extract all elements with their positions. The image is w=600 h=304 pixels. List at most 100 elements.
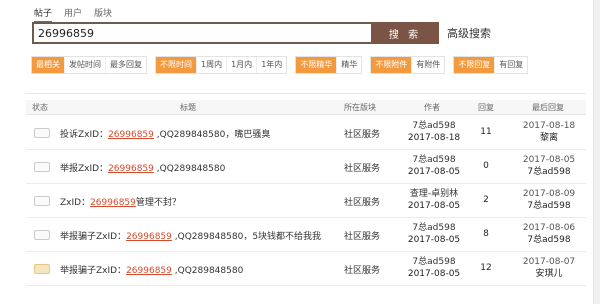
results-table-header: 状态 标题 所在版块 作者 回复 最后回复 xyxy=(26,100,586,115)
tab-posts[interactable]: 帖子 xyxy=(34,6,53,23)
table-row: 投诉ZxID：26996859 ,QQ289848580，嘴巴骚臭 社区服务 7总a… xyxy=(26,115,586,150)
last-reply-user[interactable]: 7总ad598 xyxy=(512,234,586,246)
title-text: ,QQ289848580，嘴巴骚臭 xyxy=(153,130,271,140)
filter-any-reply[interactable]: 不限回复 xyxy=(454,57,495,73)
post-title-link[interactable]: 举报骗子ZxID：26996859 ,QQ289848580 xyxy=(60,263,243,276)
forum-link[interactable]: 社区服务 xyxy=(344,127,380,140)
filter-1-year[interactable]: 1年内 xyxy=(256,57,286,73)
table-row: 举报骗子ZxID：26996859 ,QQ289848580，5块钱都不给我我 社… xyxy=(26,217,586,252)
reply-count: 8 xyxy=(483,229,489,239)
filter-most-replies[interactable]: 最多回复 xyxy=(105,57,146,73)
title-text: ,QQ289848580 xyxy=(171,266,244,276)
author-date: 2017-08-05 xyxy=(407,269,461,279)
digest-filter-group: 不限精华 精华 xyxy=(295,56,363,74)
column-replies: 回复 xyxy=(478,103,494,112)
forum-link[interactable]: 社区服务 xyxy=(344,229,380,242)
column-forum: 所在版块 xyxy=(344,103,376,112)
filter-most-relevant[interactable]: 最相关 xyxy=(32,57,64,73)
search-scope-tabs: 帖子 用户 版块 xyxy=(34,6,112,23)
column-title: 标题 xyxy=(180,103,196,112)
last-reply-date: 2017-08-05 xyxy=(522,155,576,165)
author-date: 2017-08-05 xyxy=(407,235,461,245)
last-reply-date: 2017-08-06 xyxy=(522,223,576,233)
author-cell: 7总ad598 2017-08-05 xyxy=(394,154,474,178)
author-name[interactable]: 7总ad598 xyxy=(394,120,474,132)
title-text: 举报骗子ZxID： xyxy=(60,232,127,242)
title-text: ,QQ289848580 xyxy=(153,164,226,174)
last-reply-cell: 2017-08-09 7总ad598 xyxy=(512,188,586,212)
title-highlight: 26996859 xyxy=(108,164,154,174)
filter-any-time[interactable]: 不限时间 xyxy=(156,57,196,73)
forum-link[interactable]: 社区服务 xyxy=(344,263,380,276)
scrollbar[interactable] xyxy=(593,0,600,304)
last-reply-date: 2017-08-07 xyxy=(522,257,576,267)
filter-post-time[interactable]: 发帖时间 xyxy=(64,57,105,73)
table-row: ZxID：26996859管理不封？ 社区服务 查理-卓别林 2017-08-05 2 2… xyxy=(26,183,586,218)
column-last-reply: 最后回复 xyxy=(532,103,564,112)
reply-filter-group: 不限回复 有回复 xyxy=(453,56,529,74)
title-highlight: 26996859 xyxy=(126,266,172,276)
filter-digest[interactable]: 精华 xyxy=(336,57,361,73)
title-highlight: 26996859 xyxy=(90,198,136,208)
search-button[interactable]: 搜 索 xyxy=(371,22,439,44)
divider xyxy=(26,93,586,94)
advanced-search-link[interactable]: 高级搜索 xyxy=(447,25,491,41)
author-cell: 查理-卓别林 2017-08-05 xyxy=(394,188,474,212)
last-reply-user[interactable]: 黎离 xyxy=(512,132,586,144)
filter-has-reply[interactable]: 有回复 xyxy=(494,57,527,73)
last-reply-user[interactable]: 安琪儿 xyxy=(512,268,586,280)
last-reply-cell: 2017-08-07 安琪儿 xyxy=(512,256,586,280)
reply-count: 2 xyxy=(483,195,489,205)
author-name[interactable]: 7总ad598 xyxy=(394,256,474,268)
search-bar: 搜 索 高级搜索 xyxy=(32,22,491,44)
author-name[interactable]: 7总ad598 xyxy=(394,222,474,234)
post-title-link[interactable]: 举报骗子ZxID：26996859 ,QQ289848580，5块钱都不给我我 xyxy=(60,229,321,242)
author-name[interactable]: 7总ad598 xyxy=(394,154,474,166)
title-text: 管理不封？ xyxy=(135,198,181,208)
title-highlight: 26996859 xyxy=(108,130,154,140)
tab-users[interactable]: 用户 xyxy=(64,6,82,23)
attachment-filter-group: 不限附件 有附件 xyxy=(370,56,446,74)
forum-link[interactable]: 社区服务 xyxy=(344,195,380,208)
tab-forums[interactable]: 版块 xyxy=(94,6,112,23)
author-date: 2017-08-18 xyxy=(407,133,461,143)
search-input[interactable] xyxy=(32,22,371,44)
filter-1-month[interactable]: 1月内 xyxy=(226,57,256,73)
author-date: 2017-08-05 xyxy=(407,167,461,177)
last-reply-user[interactable]: 7总ad598 xyxy=(512,166,586,178)
filter-any-attachment[interactable]: 不限附件 xyxy=(371,57,412,73)
last-reply-user[interactable]: 7总ad598 xyxy=(512,200,586,212)
column-author: 作者 xyxy=(424,103,440,112)
folder-icon xyxy=(34,264,50,274)
author-cell: 7总ad598 2017-08-05 xyxy=(394,256,474,280)
last-reply-cell: 2017-08-06 7总ad598 xyxy=(512,222,586,246)
folder-icon xyxy=(34,162,50,172)
author-cell: 7总ad598 2017-08-05 xyxy=(394,222,474,246)
reply-count: 11 xyxy=(480,127,492,137)
filter-has-attachment[interactable]: 有附件 xyxy=(411,57,444,73)
author-cell: 7总ad598 2017-08-18 xyxy=(394,120,474,144)
post-title-link[interactable]: 举报ZxID：26996859 ,QQ289848580 xyxy=(60,161,225,174)
last-reply-date: 2017-08-18 xyxy=(522,121,576,131)
folder-icon xyxy=(34,230,50,240)
title-highlight: 26996859 xyxy=(126,232,172,242)
last-reply-cell: 2017-08-18 黎离 xyxy=(512,120,586,144)
author-name[interactable]: 查理-卓别林 xyxy=(394,188,474,200)
post-title-link[interactable]: ZxID：26996859管理不封？ xyxy=(60,195,181,208)
title-text: ZxID： xyxy=(60,198,91,208)
table-row: 举报骗子ZxID：26996859 ,QQ289848580 社区服务 7总ad59… xyxy=(26,251,586,286)
title-text: ,QQ289848580，5块钱都不给我我 xyxy=(171,232,322,242)
title-text: 举报ZxID： xyxy=(60,164,109,174)
reply-count: 0 xyxy=(483,161,489,171)
post-title-link[interactable]: 投诉ZxID：26996859 ,QQ289848580，嘴巴骚臭 xyxy=(60,127,270,140)
sort-filter-group: 最相关 发帖时间 最多回复 xyxy=(31,56,147,74)
filter-bar: 最相关 发帖时间 最多回复 不限时间 1周内 1月内 1年内 不限精华 精华 不… xyxy=(31,56,536,74)
last-reply-date: 2017-08-09 xyxy=(522,189,576,199)
filter-any-digest[interactable]: 不限精华 xyxy=(296,57,337,73)
folder-icon xyxy=(34,128,50,138)
filter-1-week[interactable]: 1周内 xyxy=(196,57,226,73)
time-filter-group: 不限时间 1周内 1月内 1年内 xyxy=(155,56,288,74)
author-date: 2017-08-05 xyxy=(407,201,461,211)
title-text: 举报骗子ZxID： xyxy=(60,266,127,276)
forum-link[interactable]: 社区服务 xyxy=(344,161,380,174)
